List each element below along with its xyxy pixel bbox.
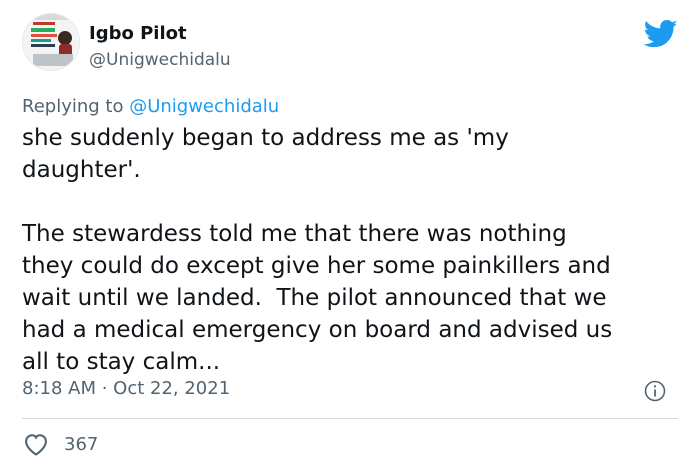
author-name[interactable]: Igbo Pilot [89,23,187,44]
divider [22,418,678,419]
author-handle[interactable]: @Unigwechidalu [89,50,231,70]
like-count: 367 [64,433,99,455]
tweet-header: Igbo Pilot @Unigwechidalu [22,13,678,83]
heart-icon[interactable] [22,431,50,457]
like-action[interactable]: 367 [22,431,98,457]
tweet-card: Igbo Pilot @Unigwechidalu Replying to @U… [0,0,700,471]
reply-mention-link[interactable]: @Unigwechidalu [129,96,279,117]
tweet-timestamp[interactable]: 8:18 AM · Oct 22, 2021 [22,378,230,399]
tweet-text: she suddenly began to address me as 'my … [22,125,613,375]
info-icon[interactable] [644,380,666,402]
avatar[interactable] [22,13,80,71]
replying-to-label: Replying to [22,96,130,117]
replying-to: Replying to @Unigwechidalu [22,96,279,117]
twitter-bird-icon[interactable] [644,19,678,49]
